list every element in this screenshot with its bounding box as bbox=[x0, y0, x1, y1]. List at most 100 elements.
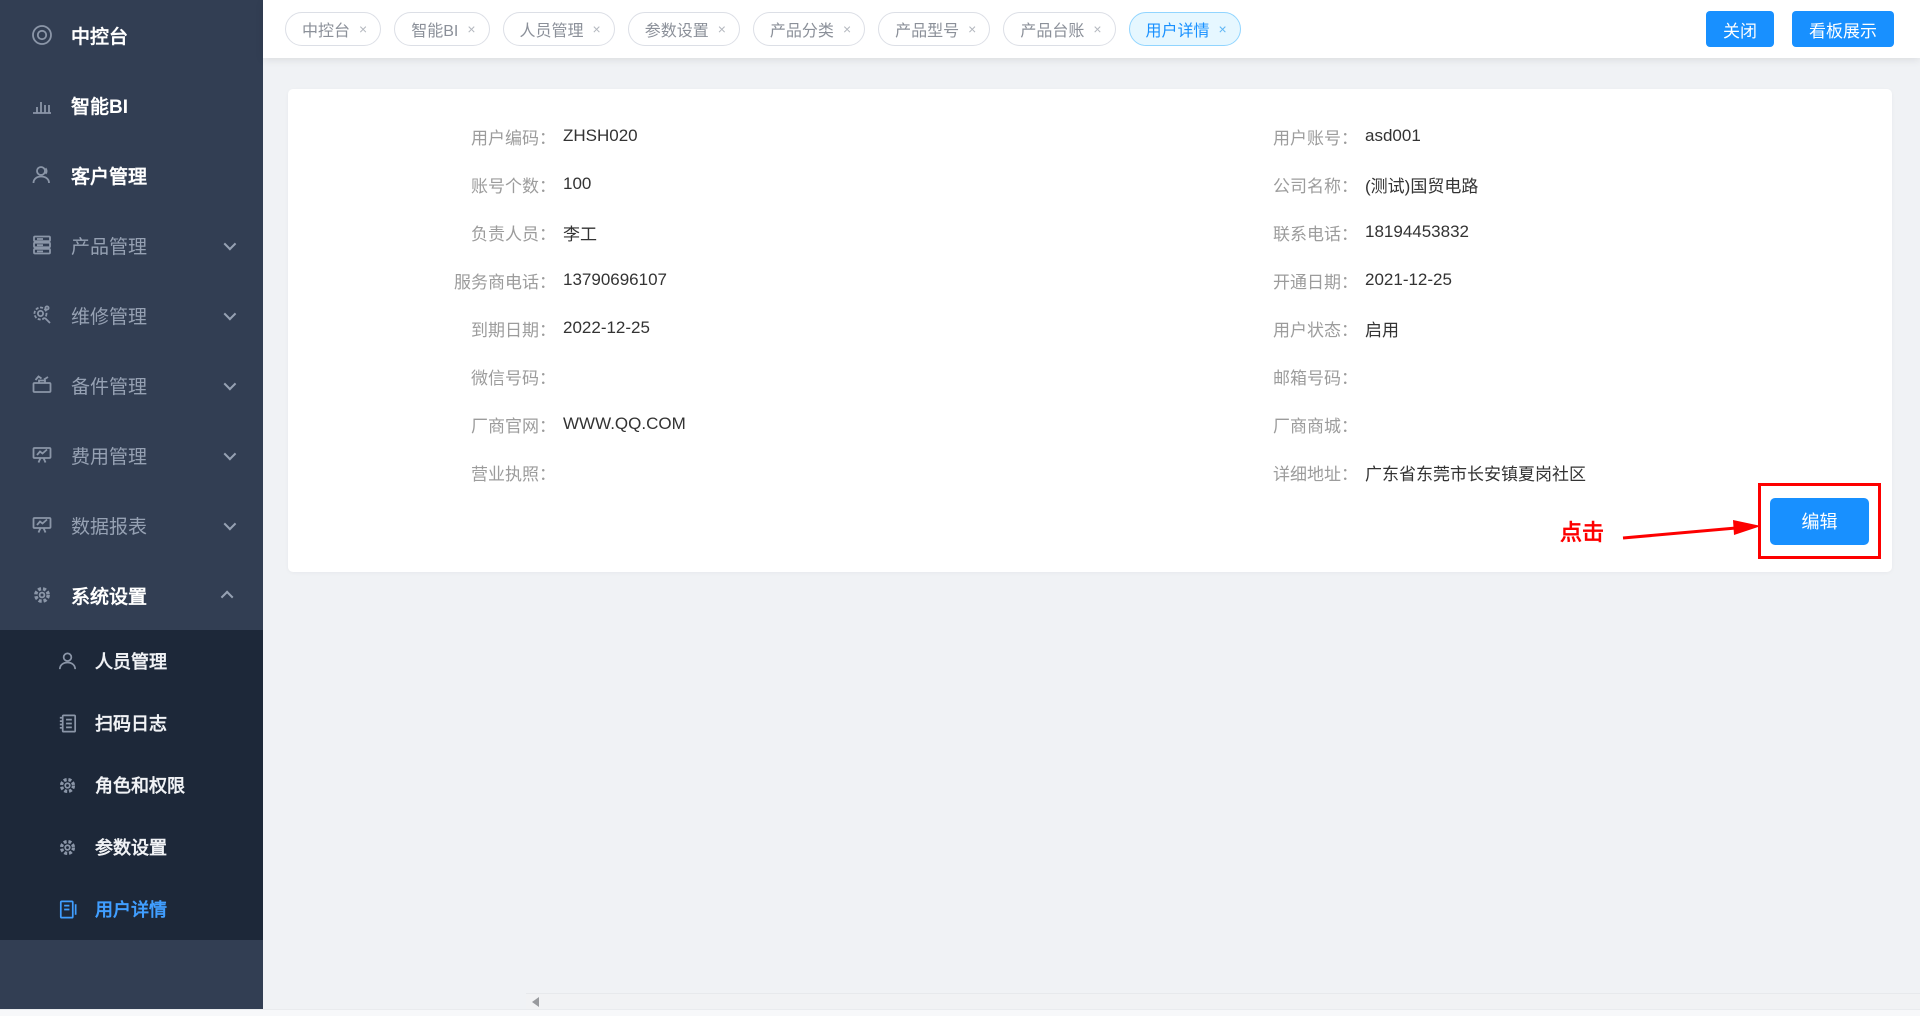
close-tab-icon[interactable]: × bbox=[1219, 22, 1227, 36]
sidebar-subitem-user-detail[interactable]: 用户详情 bbox=[0, 878, 263, 940]
sidebar-subitem-label: 扫码日志 bbox=[95, 710, 167, 736]
sidebar-item-label: 费用管理 bbox=[71, 442, 147, 469]
sidebar-item-label: 中控台 bbox=[71, 22, 128, 49]
sidebar-item-spares[interactable]: 备件管理 bbox=[0, 350, 263, 420]
sidebar-item-reports[interactable]: 数据报表 bbox=[0, 490, 263, 560]
close-button[interactable]: 关闭 bbox=[1706, 11, 1774, 47]
board-chart-icon bbox=[30, 443, 54, 467]
sidebar-filler bbox=[0, 940, 263, 1016]
detail-field-row: 用户状态： 启用 bbox=[1090, 304, 1892, 352]
sidebar-subitem-label: 用户详情 bbox=[95, 896, 167, 922]
chevron-icon bbox=[224, 377, 237, 390]
sidebar-item-repair[interactable]: 维修管理 bbox=[0, 280, 263, 350]
click-annotation: 点击 bbox=[1560, 515, 1604, 547]
tab-bar: 中控台 × 智能BI × 人员管理 × 参数设置 bbox=[263, 0, 1920, 58]
bi-chart-icon bbox=[30, 93, 54, 117]
gear-icon bbox=[56, 774, 79, 797]
detail-field-row: 邮箱号码： bbox=[1090, 352, 1892, 400]
detail-field-row: 营业执照： bbox=[288, 448, 1090, 496]
field-value: ZHSH020 bbox=[563, 126, 638, 146]
tab-label: 产品分类 bbox=[770, 17, 834, 41]
field-label: 联系电话： bbox=[1090, 220, 1358, 245]
customer-icon bbox=[30, 163, 54, 187]
field-label: 账号个数： bbox=[288, 172, 556, 197]
board-chart-icon bbox=[30, 513, 54, 537]
tab-console[interactable]: 中控台 × bbox=[285, 12, 381, 46]
sidebar-subitem-roles[interactable]: 角色和权限 bbox=[0, 754, 263, 816]
sidebar-subitem-label: 人员管理 bbox=[95, 648, 167, 674]
detail-field-row: 厂商官网： WWW.QQ.COM bbox=[288, 400, 1090, 448]
sidebar-subitem-label: 参数设置 bbox=[95, 834, 167, 860]
detail-field-row: 联系电话： 18194453832 bbox=[1090, 208, 1892, 256]
open-tabs: 中控台 × 智能BI × 人员管理 × 参数设置 bbox=[285, 12, 1241, 46]
sidebar-item-bi[interactable]: 智能BI bbox=[0, 70, 263, 140]
field-value: 100 bbox=[563, 174, 591, 194]
repair-magnifier-icon bbox=[30, 303, 54, 327]
field-label: 用户账号： bbox=[1090, 124, 1358, 149]
sidebar-item-label: 备件管理 bbox=[71, 372, 147, 399]
field-value: 李工 bbox=[563, 220, 597, 245]
product-stack-icon bbox=[30, 233, 54, 257]
sidebar: 中控台 智能BI 客户管理 产品管理 bbox=[0, 0, 263, 1016]
tab-parameters[interactable]: 参数设置 × bbox=[628, 12, 740, 46]
detail-column-right: 用户账号： asd001 公司名称： (测试)国贸电路 联系电话： bbox=[1090, 112, 1892, 496]
sidebar-subitem-parameters[interactable]: 参数设置 bbox=[0, 816, 263, 878]
field-value: 广东省东莞市长安镇夏岗社区 bbox=[1365, 460, 1586, 485]
tab-label: 产品型号 bbox=[895, 17, 959, 41]
app-window: 中控台 智能BI 客户管理 产品管理 bbox=[0, 0, 1920, 1016]
sidebar-item-console[interactable]: 中控台 bbox=[0, 0, 263, 70]
tab-label: 产品台账 bbox=[1020, 17, 1084, 41]
field-value: 2021-12-25 bbox=[1365, 270, 1452, 290]
tab-label: 用户详情 bbox=[1146, 17, 1210, 41]
close-tab-icon[interactable]: × bbox=[843, 22, 851, 36]
close-tab-icon[interactable]: × bbox=[968, 22, 976, 36]
detail-field-row: 开通日期： 2021-12-25 bbox=[1090, 256, 1892, 304]
tab-user-detail[interactable]: 用户详情 × bbox=[1129, 12, 1241, 46]
sidebar-item-products[interactable]: 产品管理 bbox=[0, 210, 263, 280]
detail-field-row: 账号个数： 100 bbox=[288, 160, 1090, 208]
close-tab-icon[interactable]: × bbox=[467, 22, 475, 36]
close-tab-icon[interactable]: × bbox=[718, 22, 726, 36]
field-value: 13790696107 bbox=[563, 270, 667, 290]
field-label: 邮箱号码： bbox=[1090, 364, 1358, 389]
tab-label: 参数设置 bbox=[645, 17, 709, 41]
annotation-highlight-box: 编辑 bbox=[1758, 483, 1881, 559]
tab-product-ledger[interactable]: 产品台账 × bbox=[1003, 12, 1115, 46]
sidebar-subitem-scan-log[interactable]: 扫码日志 bbox=[0, 692, 263, 754]
close-tab-icon[interactable]: × bbox=[359, 22, 367, 36]
close-tab-icon[interactable]: × bbox=[593, 22, 601, 36]
main-area: 中控台 × 智能BI × 人员管理 × 参数设置 bbox=[263, 0, 1920, 1016]
tab-personnel[interactable]: 人员管理 × bbox=[503, 12, 615, 46]
sidebar-item-label: 系统设置 bbox=[71, 582, 147, 609]
detail-field-row: 负责人员： 李工 bbox=[288, 208, 1090, 256]
field-value: WWW.QQ.COM bbox=[563, 414, 686, 434]
field-label: 微信号码： bbox=[288, 364, 556, 389]
sidebar-item-label: 客户管理 bbox=[71, 162, 147, 189]
horizontal-scrollbar[interactable] bbox=[526, 993, 1920, 1009]
field-label: 到期日期： bbox=[288, 316, 556, 341]
sidebar-item-expenses[interactable]: 费用管理 bbox=[0, 420, 263, 490]
tab-label: 中控台 bbox=[302, 17, 350, 41]
sidebar-item-label: 维修管理 bbox=[71, 302, 147, 329]
tab-bi[interactable]: 智能BI × bbox=[394, 12, 489, 46]
close-tab-icon[interactable]: × bbox=[1093, 22, 1101, 36]
sidebar-subitem-personnel[interactable]: 人员管理 bbox=[0, 630, 263, 692]
field-label: 详细地址： bbox=[1090, 460, 1358, 485]
tab-product-model[interactable]: 产品型号 × bbox=[878, 12, 990, 46]
sidebar-item-customers[interactable]: 客户管理 bbox=[0, 140, 263, 210]
field-label: 营业执照： bbox=[288, 460, 556, 485]
dashboard-icon bbox=[30, 23, 54, 47]
tab-product-cat[interactable]: 产品分类 × bbox=[753, 12, 865, 46]
dashboard-button[interactable]: 看板展示 bbox=[1792, 11, 1894, 47]
sidebar-menu: 中控台 智能BI 客户管理 产品管理 bbox=[0, 0, 263, 630]
scroll-left-arrow-icon[interactable] bbox=[532, 997, 539, 1007]
field-label: 公司名称： bbox=[1090, 172, 1358, 197]
chevron-icon bbox=[224, 307, 237, 320]
edit-button[interactable]: 编辑 bbox=[1770, 498, 1869, 545]
sidebar-subitem-label: 角色和权限 bbox=[95, 772, 185, 798]
field-value: 启用 bbox=[1365, 316, 1399, 341]
person-icon bbox=[56, 650, 79, 673]
sidebar-item-settings[interactable]: 系统设置 bbox=[0, 560, 263, 630]
sidebar-item-label: 产品管理 bbox=[71, 232, 147, 259]
tabbar-actions: 关闭 看板展示 bbox=[1706, 11, 1894, 47]
